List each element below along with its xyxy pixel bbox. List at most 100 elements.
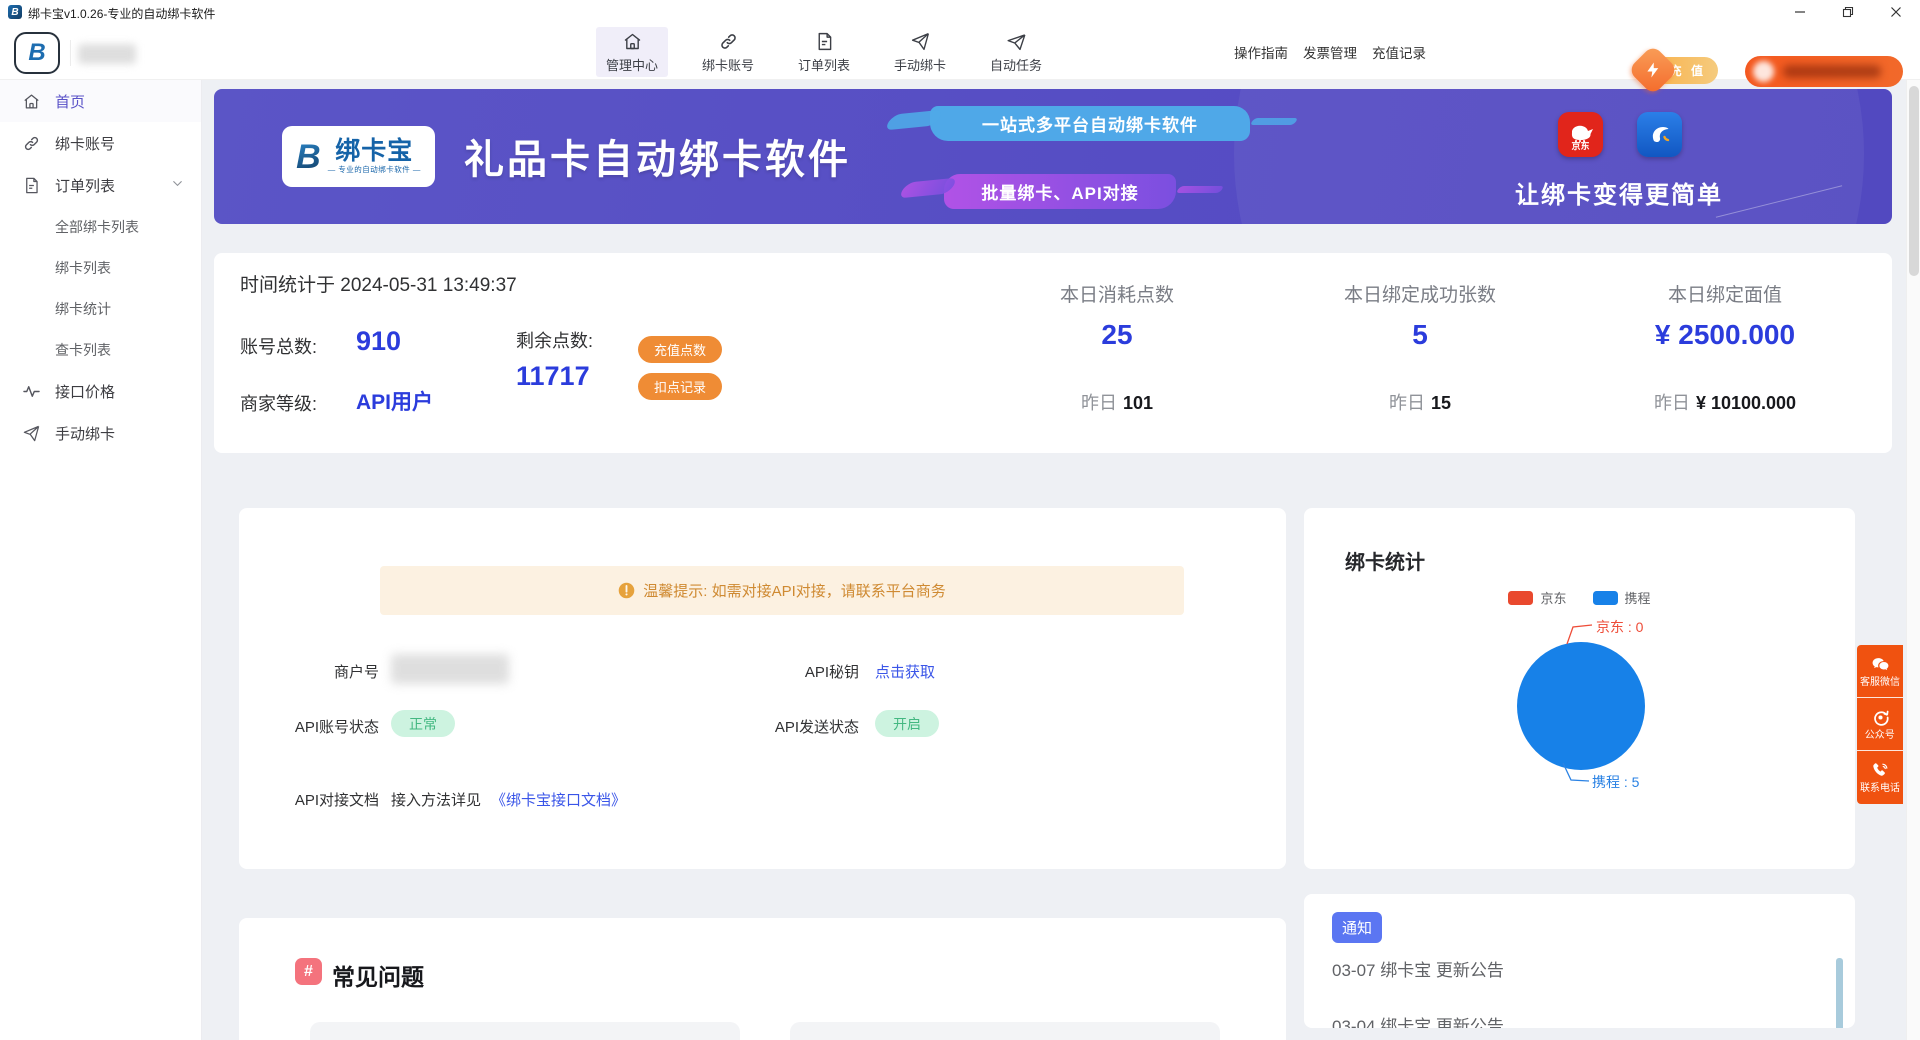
document-icon xyxy=(814,31,835,52)
faq-title: 常见问题 xyxy=(332,958,424,992)
jd-app-icon: 京东 xyxy=(1558,112,1603,157)
banner-slogan: 让绑卡变得更简单 xyxy=(1514,175,1724,210)
banner-ribbon-top: 一站式多平台自动绑卡软件 xyxy=(930,106,1250,141)
link-recharge-history[interactable]: 充值记录 xyxy=(1372,42,1426,62)
header-links: 操作指南 发票管理 充值记录 xyxy=(1234,24,1426,80)
nav-item-manual-bind[interactable]: 手动绑卡 xyxy=(884,27,956,77)
contact-phone-button[interactable]: 联系电话 xyxy=(1857,751,1903,804)
account-button-blurred[interactable] xyxy=(1745,56,1903,87)
notice-item[interactable]: 03-07 绑卡宝 更新公告 xyxy=(1332,956,1504,981)
account-status-badge: 正常 xyxy=(391,710,455,737)
send-status-badge: 开启 xyxy=(875,710,939,737)
merchant-no-label: 商户号 xyxy=(239,661,379,682)
link-icon xyxy=(718,31,739,52)
notice-item[interactable]: 03-04 绑卡宝 更新公告 xyxy=(1332,1012,1504,1028)
legend-swatch-blue xyxy=(1593,591,1618,605)
faq-item-placeholder[interactable] xyxy=(310,1022,740,1040)
sidebar-item-home[interactable]: 首页 xyxy=(0,80,201,122)
legend-label: 携程 xyxy=(1625,588,1651,607)
pie-callout-ctrip: 携程 : 5 xyxy=(1592,772,1639,792)
account-text-blurred xyxy=(1783,65,1881,78)
nav-item-auto-tasks[interactable]: 自动任务 xyxy=(980,27,1052,77)
restore-icon xyxy=(1842,6,1854,18)
merchant-level-value: API用户 xyxy=(356,386,433,416)
pie-callout-jd: 京东 : 0 xyxy=(1596,617,1643,637)
merchant-no-value-blurred xyxy=(391,654,509,684)
app-logo-icon: B xyxy=(8,5,22,19)
minimize-button[interactable] xyxy=(1782,0,1818,24)
legend-item-jd[interactable]: 京东 xyxy=(1508,588,1566,607)
floating-label: 联系电话 xyxy=(1860,784,1900,794)
link-icon xyxy=(22,134,41,153)
official-account-button[interactable]: 公众号 xyxy=(1857,698,1903,751)
recharge-points-button[interactable]: 充值点数 xyxy=(638,336,722,363)
paper-plane-icon xyxy=(910,31,931,52)
stat-col-success: 本日绑定成功张数 5 昨日15 xyxy=(1270,253,1570,453)
sidebar-subitem-bind-stats[interactable]: 绑卡统计 xyxy=(0,288,201,329)
sidebar-item-orders[interactable]: 订单列表 xyxy=(0,164,201,206)
sidebar-item-manual-bind[interactable]: 手动绑卡 xyxy=(0,412,201,454)
stat-prev: 昨日101 xyxy=(967,389,1267,415)
lightning-icon xyxy=(1628,45,1679,96)
legend-label: 京东 xyxy=(1540,588,1566,607)
stats-card: 时间统计于 2024-05-31 13:49:37 账号总数: 910 商家等级… xyxy=(214,253,1892,453)
sidebar-label: 订单列表 xyxy=(55,175,115,196)
wechat-support-button[interactable]: 客服微信 xyxy=(1857,645,1903,698)
jd-label: 京东 xyxy=(1571,142,1589,151)
nav-item-card-accounts[interactable]: 绑卡账号 xyxy=(692,27,764,77)
window-title: 绑卡宝v1.0.26-专业的自动绑卡软件 xyxy=(28,5,215,22)
paper-plane-icon xyxy=(22,424,41,443)
legend-item-ctrip[interactable]: 携程 xyxy=(1593,588,1651,607)
warning-banner: 温馨提示: 如需对接API对接，请联系平台商务 xyxy=(380,566,1184,615)
hero-banner: B 绑卡宝 — 专业的自动绑卡软件 — 礼品卡自动绑卡软件 一站式多平台自动绑卡… xyxy=(214,89,1892,224)
send-status-label: API发送状态 xyxy=(719,716,859,737)
sidebar-subitem-all-bind-list[interactable]: 全部绑卡列表 xyxy=(0,206,201,247)
sidebar-label: 绑卡账号 xyxy=(55,133,115,154)
prev-value: 15 xyxy=(1431,393,1451,413)
sidebar-item-card-accounts[interactable]: 绑卡账号 xyxy=(0,122,201,164)
sidebar-label: 手动绑卡 xyxy=(55,423,115,444)
logo-name: 绑卡宝 xyxy=(335,138,413,164)
stat-label: 本日绑定成功张数 xyxy=(1270,280,1570,307)
pie-chart[interactable] xyxy=(1517,642,1645,770)
ctrip-dolphin-glyph xyxy=(1645,120,1675,150)
api-secret-link[interactable]: 点击获取 xyxy=(875,661,935,682)
warning-icon xyxy=(618,582,635,599)
sidebar-subitem-card-query-list[interactable]: 查卡列表 xyxy=(0,329,201,370)
account-total-label: 账号总数: xyxy=(240,333,317,359)
recharge-button[interactable]: 充 值 xyxy=(1642,57,1718,84)
api-secret-label: API秘钥 xyxy=(719,661,859,682)
notice-card: 通知 03-07 绑卡宝 更新公告 03-04 绑卡宝 更新公告 xyxy=(1304,894,1855,1028)
page-scrollbar-thumb[interactable] xyxy=(1909,86,1919,276)
header-divider xyxy=(70,40,71,66)
legend-swatch-red xyxy=(1508,591,1533,605)
faq-item-placeholder[interactable] xyxy=(790,1022,1220,1040)
nav-item-orders[interactable]: 订单列表 xyxy=(788,27,860,77)
merchant-name-blurred xyxy=(78,44,136,64)
nav-label: 订单列表 xyxy=(798,55,850,74)
stat-label: 本日消耗点数 xyxy=(967,280,1267,307)
api-doc-link[interactable]: 《绑卡宝接口文档》 xyxy=(491,789,626,810)
phone-icon xyxy=(1871,761,1890,780)
nav-item-dashboard[interactable]: 管理中心 xyxy=(596,27,668,77)
api-doc-label: API对接文档 xyxy=(239,789,379,810)
link-invoice[interactable]: 发票管理 xyxy=(1303,42,1357,62)
floating-label: 公众号 xyxy=(1865,730,1895,740)
notice-scrollbar[interactable] xyxy=(1836,958,1843,1028)
stat-label: 本日绑定面值 xyxy=(1575,280,1875,307)
home-icon xyxy=(22,92,41,111)
page-scrollbar[interactable] xyxy=(1906,80,1920,1040)
warning-text: 温馨提示: 如需对接API对接，请联系平台商务 xyxy=(643,580,946,601)
chart-title: 绑卡统计 xyxy=(1345,546,1425,575)
restore-button[interactable] xyxy=(1830,0,1866,24)
sidebar-subitem-bind-list[interactable]: 绑卡列表 xyxy=(0,247,201,288)
sidebar-label: 接口价格 xyxy=(55,381,115,402)
faq-card: # 常见问题 xyxy=(239,918,1286,1040)
deduct-log-button[interactable]: 扣点记录 xyxy=(638,373,722,400)
sidebar-item-api-price[interactable]: 接口价格 xyxy=(0,370,201,412)
hash-badge-icon: # xyxy=(295,958,322,985)
link-guide[interactable]: 操作指南 xyxy=(1234,42,1288,62)
close-button[interactable] xyxy=(1878,0,1914,24)
prev-value: 101 xyxy=(1123,393,1153,413)
prev-label: 昨日 xyxy=(1389,393,1425,413)
